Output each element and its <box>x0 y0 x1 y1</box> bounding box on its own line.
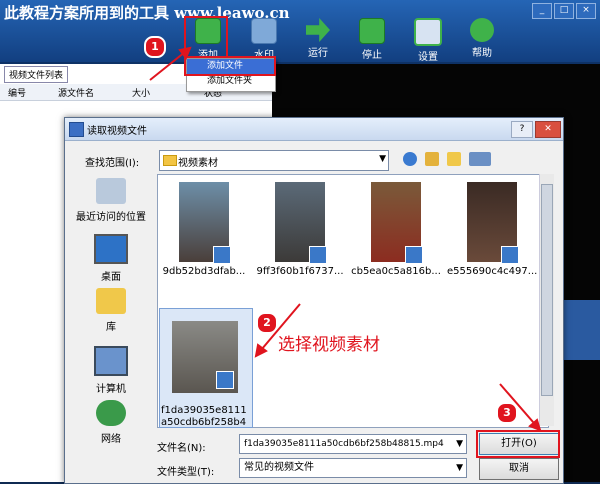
arrow-step1-head <box>178 46 192 61</box>
annotation-arrows <box>149 46 542 432</box>
